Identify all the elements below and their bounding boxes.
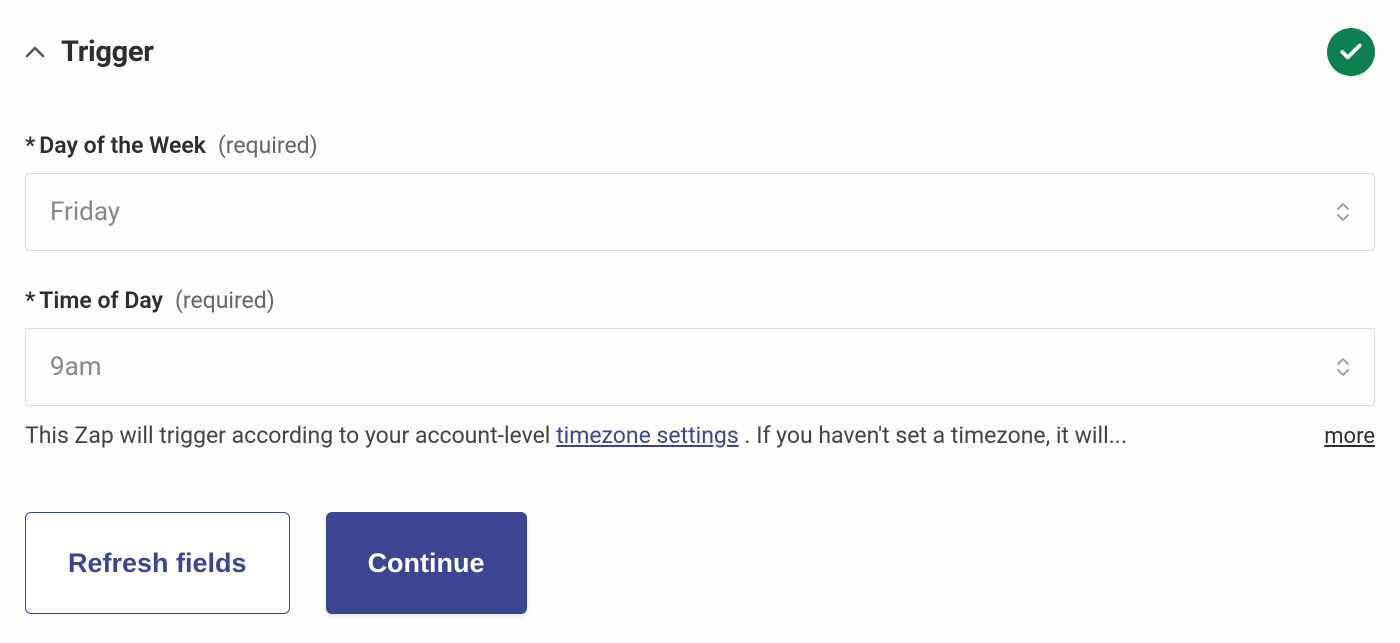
helper-text-after: . If you haven't set a timezone, it will…	[739, 422, 1127, 449]
checkmark-icon	[1338, 39, 1364, 65]
continue-button[interactable]: Continue	[326, 512, 527, 614]
field-label-wrap: * Day of the Week	[25, 132, 206, 159]
field-label-row: * Time of Day (required)	[25, 287, 1375, 314]
chevron-up-icon[interactable]	[25, 42, 45, 62]
refresh-fields-button[interactable]: Refresh fields	[25, 512, 290, 614]
more-link[interactable]: more	[1324, 424, 1375, 449]
helper-text: This Zap will trigger according to your …	[25, 420, 1127, 452]
day-of-week-select[interactable]: Friday	[25, 173, 1375, 251]
time-of-day-select[interactable]: 9am	[25, 328, 1375, 406]
timezone-settings-link[interactable]: timezone settings	[556, 422, 739, 449]
day-of-week-value: Friday	[50, 197, 120, 227]
required-asterisk: *	[25, 287, 35, 314]
section-title: Trigger	[61, 35, 154, 69]
select-chevrons-icon	[1336, 358, 1350, 376]
button-row: Refresh fields Continue	[25, 512, 1375, 614]
time-of-day-label: Time of Day	[39, 287, 163, 314]
header-left: Trigger	[25, 35, 154, 69]
required-asterisk: *	[25, 132, 35, 159]
status-success-badge	[1327, 28, 1375, 76]
field-label-wrap: * Time of Day	[25, 287, 163, 314]
helper-row: This Zap will trigger according to your …	[25, 420, 1375, 452]
day-of-week-label: Day of the Week	[39, 132, 206, 159]
select-chevrons-icon	[1336, 203, 1350, 221]
required-text: (required)	[175, 287, 275, 314]
section-header: Trigger	[25, 28, 1375, 76]
field-label-row: * Day of the Week (required)	[25, 132, 1375, 159]
helper-text-before: This Zap will trigger according to your …	[25, 422, 556, 449]
time-of-day-field-group: * Time of Day (required) 9am This Zap wi…	[25, 287, 1375, 452]
day-of-week-field-group: * Day of the Week (required) Friday	[25, 132, 1375, 251]
required-text: (required)	[218, 132, 318, 159]
time-of-day-value: 9am	[50, 352, 102, 382]
